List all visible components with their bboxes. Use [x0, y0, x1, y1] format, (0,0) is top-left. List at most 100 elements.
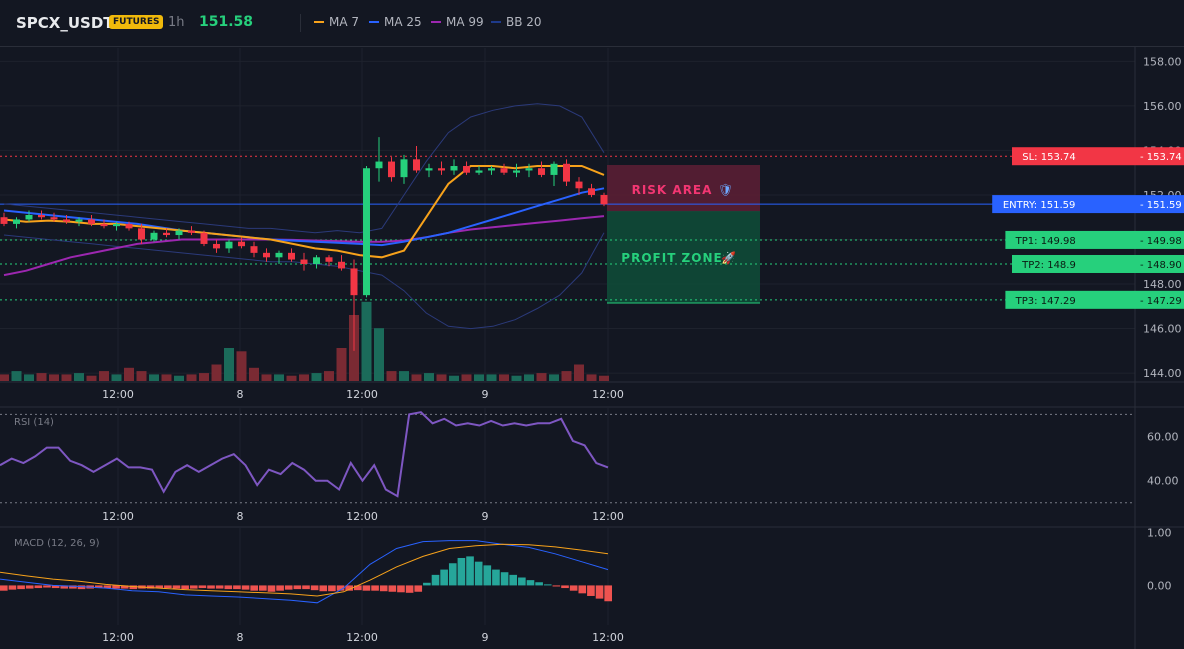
volume-bar [274, 374, 284, 381]
volume-bar [561, 371, 572, 381]
volume-bar [449, 375, 459, 381]
macd-histogram-bar [397, 585, 405, 593]
tp2-tag-label: TP2: 148.9 [1021, 260, 1076, 271]
volume-bar [486, 374, 497, 381]
macd-histogram-bar [518, 577, 526, 586]
macd-histogram-bar [466, 556, 474, 586]
candle-body [463, 166, 470, 173]
macd-pane: MACD (12, 26, 9) 1.00 0.00 [0, 527, 1172, 604]
ma25-line [3, 187, 605, 247]
time-tick: 12:00 [346, 631, 378, 644]
volume-bar [161, 374, 172, 381]
macd-tick: 0.00 [1147, 579, 1172, 592]
macd-histogram-bar [276, 585, 284, 591]
candle-body [213, 243, 220, 249]
macd-histogram-bar [25, 585, 34, 589]
rocket-icon: 🚀 [721, 251, 736, 265]
macd-histogram-bar [181, 585, 189, 590]
candle-body [100, 223, 108, 227]
volume-bar [136, 371, 147, 381]
shield-icon: 🛡 [718, 183, 733, 197]
macd-histogram-bar [569, 585, 578, 591]
rsi-pane: RSI (14) 60.00 40.00 [0, 411, 1179, 504]
time-tick: 8 [237, 631, 244, 644]
candle-body [50, 217, 58, 220]
volume-bar [249, 367, 259, 381]
candle-body [538, 168, 545, 175]
volume-bars [0, 301, 609, 381]
volume-bar [286, 375, 297, 381]
volume-bar [199, 373, 209, 381]
trade-zones: RISK AREA 🛡 PROFIT ZONE 🚀 [607, 165, 760, 304]
macd-histogram-bar [267, 585, 276, 592]
macd-histogram-bar [552, 585, 561, 587]
time-tick: 12:00 [592, 510, 624, 523]
price-tick: 156.00 [1143, 100, 1182, 113]
macd-histogram-bar [302, 585, 310, 590]
tp3-tag-label: TP3: 147.29 [1015, 296, 1076, 307]
price-tick: 158.00 [1143, 55, 1182, 68]
candle-body [325, 257, 333, 262]
volume-bar [49, 374, 59, 381]
entry-tag-value: - 151.59 [1140, 200, 1182, 211]
candle-body [200, 232, 208, 244]
volume-bar [149, 374, 159, 381]
candle-body [525, 168, 533, 171]
macd-histogram-bar [543, 584, 552, 586]
volume-bar [24, 374, 34, 381]
candle-body [338, 261, 345, 269]
chart-canvas[interactable]: RISK AREA 🛡 PROFIT ZONE 🚀 158.00156.0015… [0, 0, 1184, 649]
volume-bar [524, 374, 534, 381]
macd-histogram-bar [319, 585, 328, 592]
macd-histogram-bar [353, 585, 362, 591]
macd-histogram-bar [500, 572, 509, 586]
axes: 158.00156.00154.00152.00150.00148.00146.… [0, 47, 1184, 649]
volume-bar [211, 364, 222, 381]
volume-bar [511, 375, 522, 381]
time-tick: 12:00 [346, 388, 378, 401]
macd-histogram-bar [587, 585, 595, 596]
candle-body [125, 223, 133, 229]
rsi-tick: 40.00 [1147, 475, 1179, 488]
volume-bar [186, 374, 197, 381]
macd-histogram-bar [284, 585, 293, 590]
candle-body [275, 252, 283, 258]
macd-histogram-bar [362, 585, 371, 591]
candle-body [150, 232, 158, 240]
candle-body [188, 230, 195, 233]
macd-histogram-bar [423, 582, 431, 586]
risk-area-label: RISK AREA [632, 183, 713, 197]
macd-line [0, 540, 609, 604]
volume-bar [474, 374, 484, 381]
volume-bar [311, 373, 322, 381]
price-tick: 148.00 [1143, 278, 1182, 291]
candle-body [350, 268, 358, 296]
candle-body [75, 219, 83, 222]
macd-histogram-bar [43, 585, 51, 588]
candle-body [300, 259, 308, 264]
tp1-tag-label: TP1: 149.98 [1015, 236, 1076, 247]
volume-bar [61, 374, 72, 381]
macd-histogram-bar [215, 585, 224, 589]
volume-bar [461, 374, 472, 381]
candle-body [488, 168, 495, 171]
macd-histogram-bar [492, 569, 500, 586]
volume-bar [261, 374, 272, 381]
volume-bar [36, 373, 47, 381]
candle-body [363, 168, 370, 296]
volume-bar [361, 301, 372, 381]
volume-bar [411, 374, 422, 381]
time-tick: 12:00 [592, 631, 624, 644]
volume-bar [74, 373, 84, 381]
macd-histogram-bar [241, 585, 250, 590]
macd-histogram-bar [405, 585, 414, 593]
tp3-tag-value: - 147.29 [1140, 296, 1182, 307]
volume-bar [399, 371, 409, 381]
candle-body [375, 161, 383, 169]
candle-body [388, 161, 395, 178]
candle-body [575, 181, 583, 189]
candle-body [163, 232, 170, 236]
profit-zone-label: PROFIT ZONE [621, 251, 722, 265]
sl-tag-value: - 153.74 [1140, 152, 1182, 163]
macd-histogram-bar [310, 585, 319, 591]
